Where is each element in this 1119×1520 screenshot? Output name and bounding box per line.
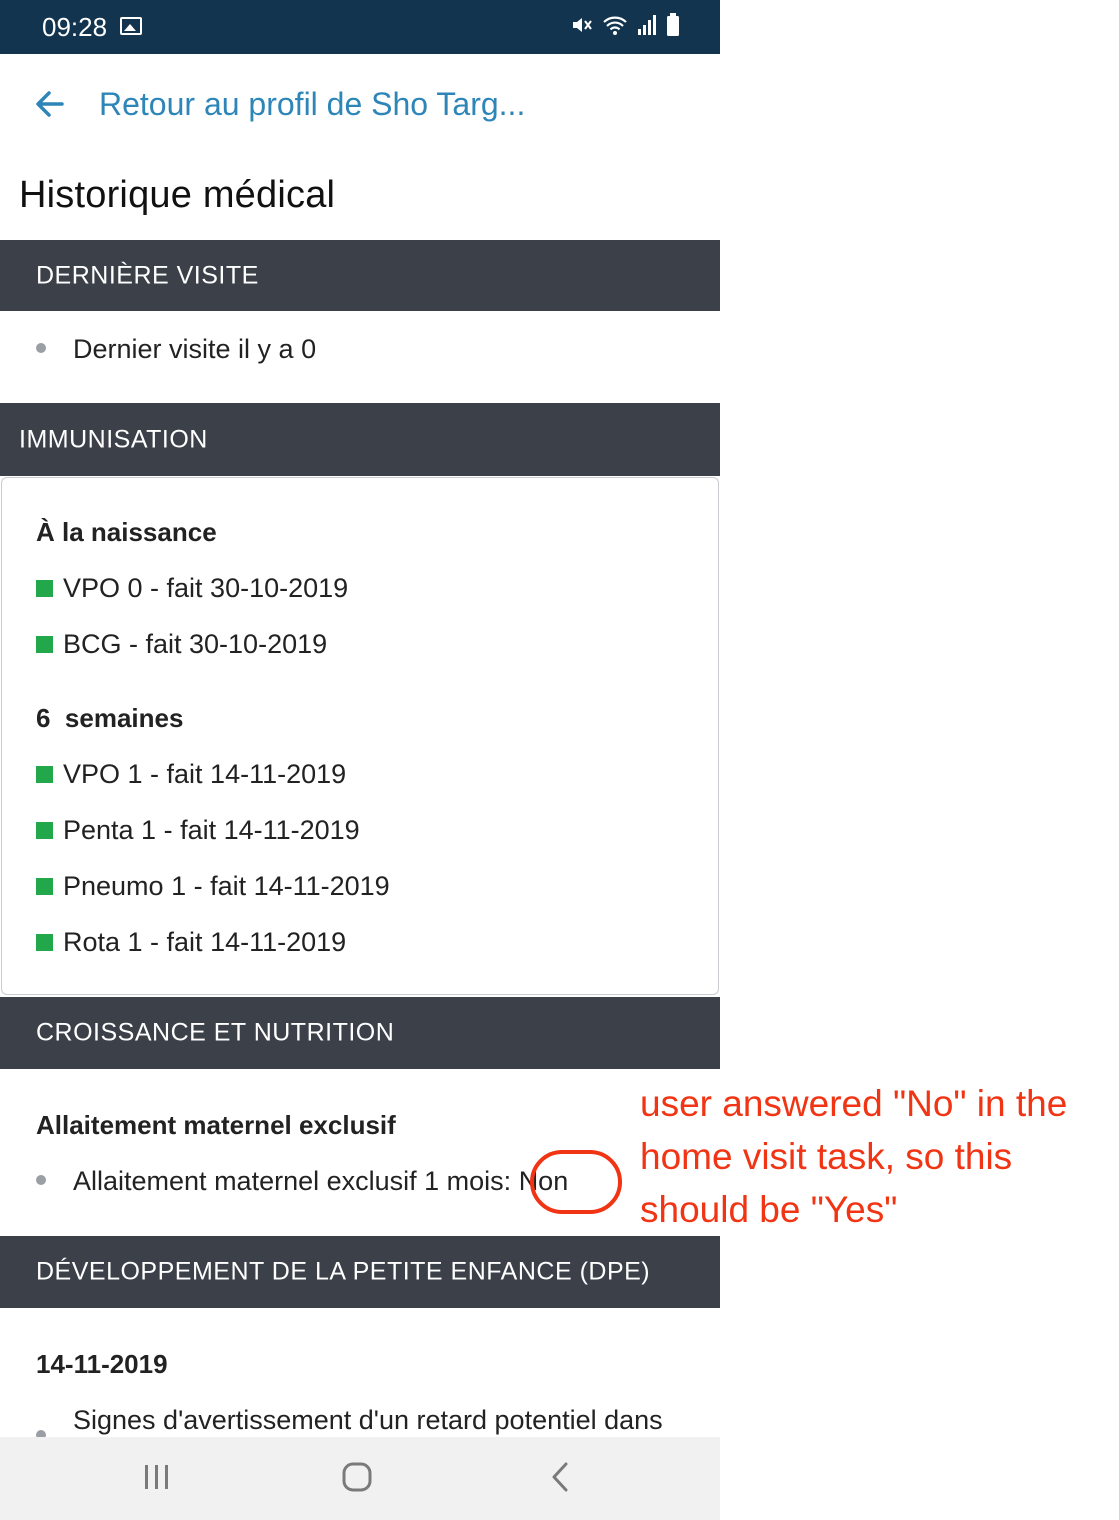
dpe-item: Signes d'avertissement d'un retard poten…	[73, 1405, 663, 1435]
back-arrow-icon[interactable]	[32, 86, 68, 122]
growth-subtitle: Allaitement maternel exclusif	[36, 1110, 396, 1140]
back-link-label[interactable]: Retour au profil de Sho Targ...	[99, 86, 525, 123]
done-status-square	[36, 934, 53, 951]
mute-icon	[570, 13, 594, 42]
done-status-square	[36, 766, 53, 783]
page-title: Historique médical	[19, 174, 336, 216]
phone-screen: 09:28 Retour au profil de Sho Targ... Hi…	[0, 0, 720, 1520]
immunisation-group-title: À la naissance	[36, 517, 217, 547]
recent-apps-icon[interactable]	[143, 1461, 171, 1498]
section-header-label: DÉVELOPPEMENT DE LA PETITE ENFANCE (DPE)	[36, 1257, 651, 1286]
battery-icon	[666, 13, 680, 42]
annotation-line: home visit task, so this	[640, 1136, 1013, 1177]
image-icon	[120, 17, 142, 35]
android-nav-bar	[0, 1437, 720, 1520]
dpe-date: 14-11-2019	[36, 1349, 168, 1379]
growth-item: Allaitement maternel exclusif 1 mois: No…	[73, 1166, 568, 1197]
growth-item-label: Allaitement maternel exclusif 1 mois:	[73, 1166, 512, 1196]
last-visit-item: Dernier visite il y a 0	[73, 334, 317, 364]
signal-icon	[636, 13, 658, 42]
annotation-line: should be "Yes"	[640, 1189, 898, 1230]
annotation-circle	[530, 1150, 622, 1214]
annotation-line: user answered "No" in the	[640, 1083, 1068, 1124]
status-bar: 09:28	[0, 0, 720, 54]
bullet-dot	[36, 343, 46, 353]
immunisation-card	[1, 477, 719, 995]
wifi-icon	[602, 13, 628, 42]
section-header-label: DERNIÈRE VISITE	[36, 261, 259, 289]
bullet-dot	[36, 1175, 46, 1185]
back-link[interactable]: Retour au profil de Sho Targ...	[0, 60, 720, 150]
section-header-last-visit: DERNIÈRE VISITE	[0, 240, 720, 311]
section-header-dpe: DÉVELOPPEMENT DE LA PETITE ENFANCE (DPE)	[0, 1236, 720, 1308]
system-icons	[570, 13, 680, 42]
done-status-square	[36, 878, 53, 895]
annotation-note: user answered "No" in the home visit tas…	[640, 1077, 1116, 1236]
back-icon[interactable]	[547, 1461, 573, 1498]
home-icon[interactable]	[341, 1461, 373, 1498]
status-time: 09:28	[42, 12, 108, 42]
section-header-label: CROISSANCE ET NUTRITION	[36, 1018, 395, 1047]
done-status-square	[36, 636, 53, 653]
section-header-label: IMMUNISATION	[19, 425, 208, 453]
done-status-square	[36, 822, 53, 839]
immunisation-group-title: 6 semaines	[36, 703, 184, 733]
section-header-immunisation: IMMUNISATION	[0, 403, 720, 476]
section-header-growth: CROISSANCE ET NUTRITION	[0, 997, 720, 1069]
done-status-square	[36, 580, 53, 597]
